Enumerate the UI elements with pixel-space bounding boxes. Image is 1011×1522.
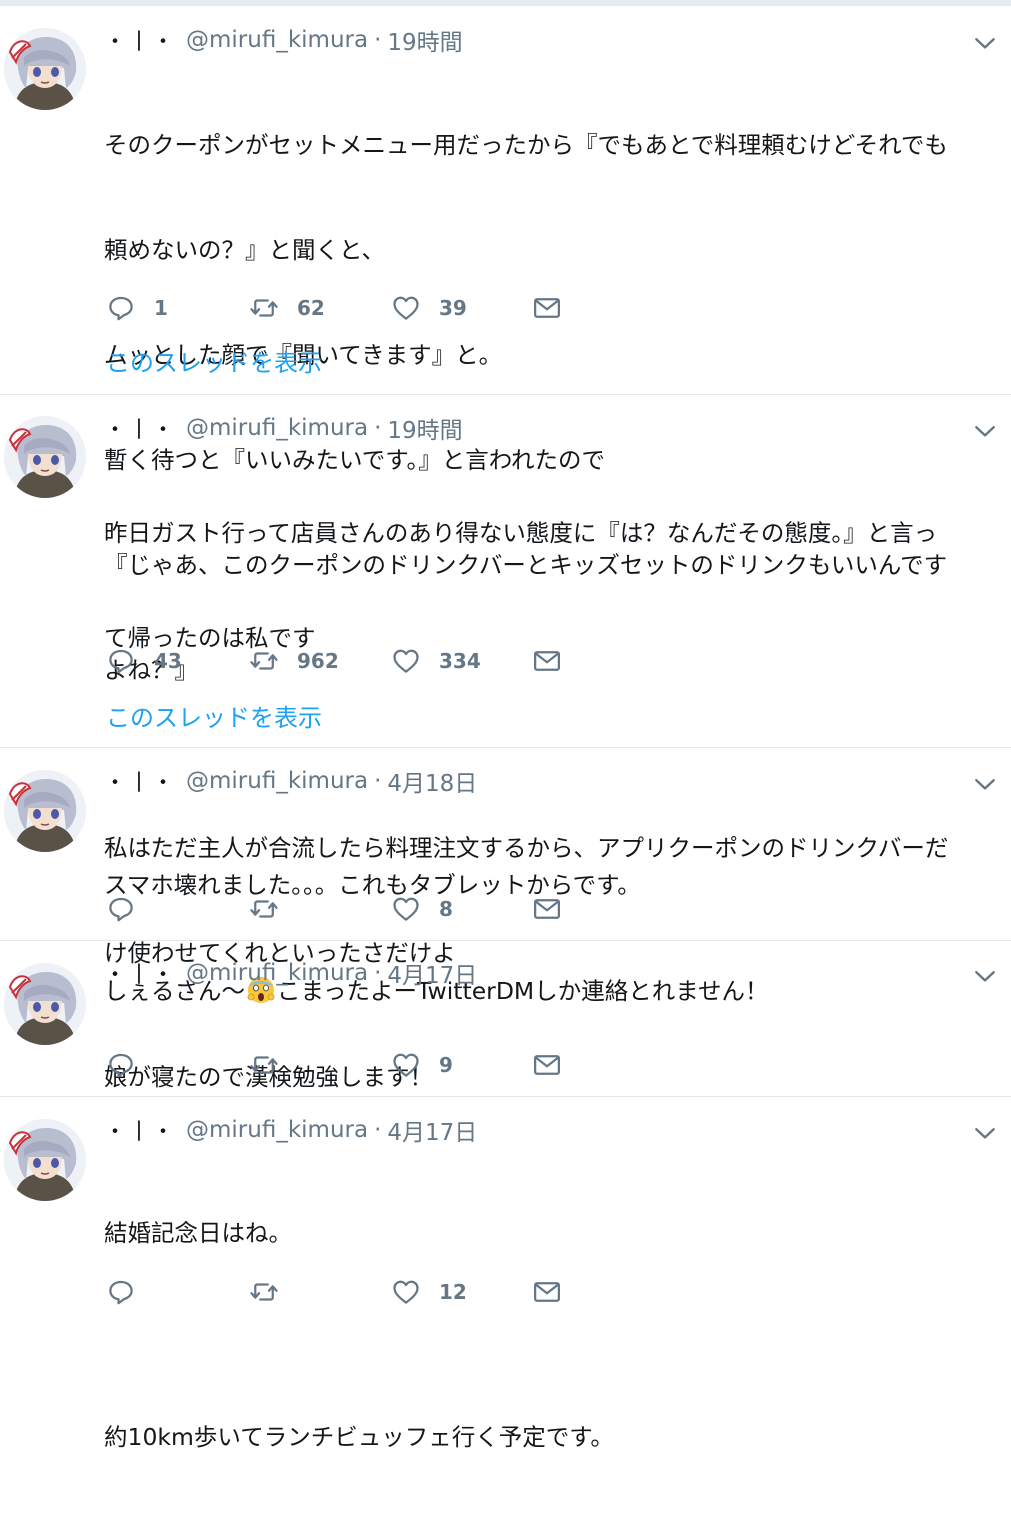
like-count: 8: [439, 897, 453, 921]
heart-icon: [391, 293, 421, 323]
tweet-header: ・丨・ @mirufi_kimura · 4月17日: [104, 956, 477, 990]
display-name[interactable]: ・丨・: [104, 412, 176, 444]
handle[interactable]: @mirufi_kimura: [186, 1117, 368, 1143]
handle[interactable]: @mirufi_kimura: [186, 415, 368, 441]
reply-button[interactable]: 43: [106, 644, 182, 678]
heart-icon: [391, 894, 421, 924]
heart-icon: [391, 1277, 421, 1307]
reply-count: 1: [154, 296, 168, 320]
separator: ·: [374, 1117, 382, 1143]
chevron-down-icon[interactable]: [972, 771, 998, 797]
display-name[interactable]: ・丨・: [104, 765, 176, 797]
like-count: 334: [439, 649, 481, 673]
envelope-icon: [532, 1050, 562, 1080]
avatar[interactable]: [4, 416, 86, 498]
reply-button[interactable]: [106, 1048, 154, 1082]
envelope-icon: [532, 894, 562, 924]
chevron-down-icon[interactable]: [972, 1120, 998, 1146]
display-name[interactable]: ・丨・: [104, 957, 176, 989]
like-button[interactable]: 9: [391, 1048, 453, 1082]
retweet-icon: [249, 1277, 279, 1307]
avatar[interactable]: [4, 963, 86, 1045]
tweet-2[interactable]: ・丨・ @mirufi_kimura · 19時間 昨日ガスト行って店員さんのあ…: [0, 394, 1011, 967]
heart-icon: [391, 646, 421, 676]
tweet-text: 結婚記念日はね。 約10km歩いてランチビュッフェ行く予定です。: [104, 1219, 614, 1451]
tweet-5[interactable]: ・丨・ @mirufi_kimura · 4月17日 結婚記念日はね。 約10k…: [0, 1096, 1011, 1451]
timestamp[interactable]: 19時間: [387, 411, 462, 445]
retweet-icon: [249, 293, 279, 323]
retweet-count: 962: [297, 649, 339, 673]
envelope-icon: [532, 1277, 562, 1307]
reply-count: 43: [154, 649, 182, 673]
timestamp[interactable]: 4月17日: [387, 956, 477, 990]
tweet-header: ・丨・ @mirufi_kimura · 19時間: [104, 411, 463, 445]
reply-icon: [106, 293, 136, 323]
retweet-button[interactable]: 62: [249, 291, 325, 325]
retweet-button[interactable]: [249, 892, 297, 926]
dm-button[interactable]: [532, 892, 562, 926]
like-button[interactable]: 12: [391, 1275, 467, 1309]
handle[interactable]: @mirufi_kimura: [186, 960, 368, 986]
retweet-button[interactable]: 962: [249, 644, 339, 678]
like-button[interactable]: 39: [391, 291, 467, 325]
reply-icon: [106, 1050, 136, 1080]
timestamp[interactable]: 4月17日: [387, 1113, 477, 1147]
like-count: 9: [439, 1053, 453, 1077]
timestamp[interactable]: 19時間: [387, 23, 462, 57]
chevron-down-icon[interactable]: [972, 963, 998, 989]
retweet-icon: [249, 1050, 279, 1080]
avatar[interactable]: [4, 1119, 86, 1201]
separator: ·: [374, 768, 382, 794]
separator: ·: [374, 415, 382, 441]
dm-button[interactable]: [532, 1275, 562, 1309]
action-bar: 1 62 39: [106, 291, 576, 325]
dm-button[interactable]: [532, 1048, 562, 1082]
tweet-1[interactable]: ・丨・ @mirufi_kimura · 19時間 そのクーポンがセットメニュー…: [0, 6, 1011, 684]
display-name[interactable]: ・丨・: [104, 24, 176, 56]
show-thread-link[interactable]: このスレッドを表示: [106, 343, 322, 378]
reply-icon: [106, 1277, 136, 1307]
timestamp[interactable]: 4月18日: [387, 764, 477, 798]
action-bar: 43 962 334: [106, 644, 576, 678]
envelope-icon: [532, 293, 562, 323]
retweet-icon: [249, 646, 279, 676]
like-button[interactable]: 8: [391, 892, 453, 926]
separator: ·: [374, 960, 382, 986]
action-bar: 9: [106, 1048, 576, 1082]
chevron-down-icon[interactable]: [972, 30, 998, 56]
separator: ·: [374, 27, 382, 53]
action-bar: 8: [106, 892, 576, 926]
tweet-4[interactable]: ・丨・ @mirufi_kimura · 4月17日 娘が寝たので漢検勉強します…: [0, 940, 1011, 1096]
heart-icon: [391, 1050, 421, 1080]
reply-button[interactable]: 1: [106, 291, 168, 325]
tweet-header: ・丨・ @mirufi_kimura · 4月18日: [104, 764, 477, 798]
reply-button[interactable]: [106, 892, 154, 926]
handle[interactable]: @mirufi_kimura: [186, 768, 368, 794]
handle[interactable]: @mirufi_kimura: [186, 27, 368, 53]
tweet-header: ・丨・ @mirufi_kimura · 19時間: [104, 23, 463, 57]
dm-button[interactable]: [532, 291, 562, 325]
retweet-button[interactable]: [249, 1048, 297, 1082]
show-thread-link[interactable]: このスレッドを表示: [106, 698, 322, 733]
display-name[interactable]: ・丨・: [104, 1114, 176, 1146]
like-button[interactable]: 334: [391, 644, 481, 678]
retweet-button[interactable]: [249, 1275, 297, 1309]
reply-button[interactable]: [106, 1275, 154, 1309]
chevron-down-icon[interactable]: [972, 418, 998, 444]
like-count: 12: [439, 1280, 467, 1304]
dm-button[interactable]: [532, 644, 562, 678]
envelope-icon: [532, 646, 562, 676]
avatar[interactable]: [4, 28, 86, 110]
retweet-icon: [249, 894, 279, 924]
retweet-count: 62: [297, 296, 325, 320]
action-bar: 12: [106, 1275, 576, 1309]
tweet-header: ・丨・ @mirufi_kimura · 4月17日: [104, 1113, 477, 1147]
reply-icon: [106, 894, 136, 924]
avatar[interactable]: [4, 770, 86, 852]
tweet-3[interactable]: ・丨・ @mirufi_kimura · 4月18日 スマホ壊れました。。。これ…: [0, 747, 1011, 1005]
reply-icon: [106, 646, 136, 676]
like-count: 39: [439, 296, 467, 320]
